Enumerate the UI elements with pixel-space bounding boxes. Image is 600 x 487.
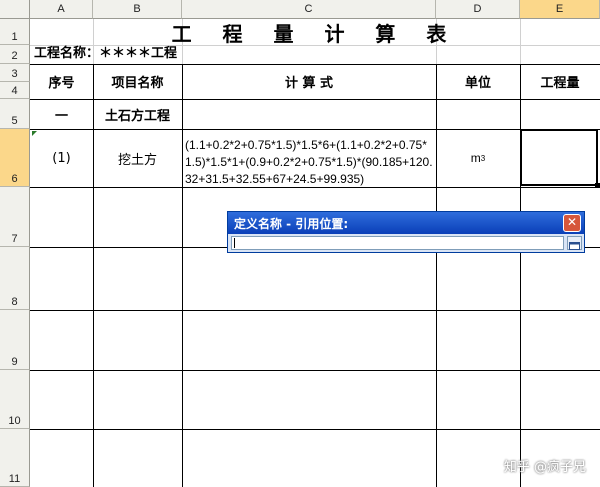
row-header-9[interactable]: 9 (0, 310, 30, 370)
column-header-d[interactable]: D (436, 0, 520, 19)
dialog-title: 定义名称 - 引用位置: (234, 217, 349, 231)
row1-seq[interactable]: (1) (30, 129, 93, 187)
unit-exponent: 3 (480, 153, 486, 163)
row-header-10[interactable]: 10 (0, 370, 30, 429)
header-unit[interactable]: 单位 (436, 64, 520, 99)
project-name[interactable]: 工程名称：＊＊＊＊工程 (34, 46, 177, 62)
sheet-title[interactable]: 工 程 量 计 算 表 (30, 19, 600, 46)
section-name[interactable]: 土石方工程 (93, 99, 182, 129)
row-header-6[interactable]: 6 (0, 129, 30, 187)
row1-unit[interactable]: m3 (436, 129, 520, 187)
section-seq[interactable]: 一 (30, 99, 93, 129)
row-header-2[interactable]: 2 (0, 45, 30, 64)
header-item-name[interactable]: 项目名称 (93, 64, 182, 99)
column-header-b[interactable]: B (93, 0, 182, 19)
header-formula[interactable]: 计 算 式 (182, 64, 436, 99)
dialog-title-bar[interactable]: 定义名称 - 引用位置: ✕ (228, 212, 584, 234)
header-seq[interactable]: 序号 (30, 64, 93, 99)
expand-dialog-icon (569, 242, 580, 250)
header-quantity[interactable]: 工程量 (520, 64, 600, 99)
select-all-corner[interactable] (0, 0, 30, 19)
row-header-5[interactable]: 5 (0, 99, 30, 129)
row1-formula[interactable]: (1.1+0.2*2+0.75*1.5)*1.5*6+(1.1+0.2*2+0.… (185, 137, 435, 188)
row-header-3[interactable]: 3 (0, 64, 30, 82)
column-header-e[interactable]: E (520, 0, 600, 19)
row-header-7[interactable]: 7 (0, 187, 30, 247)
expand-dialog-button[interactable] (567, 236, 582, 250)
row1-item-name[interactable]: 挖土方 (93, 129, 182, 187)
active-cell-selection[interactable] (520, 129, 598, 186)
unit-base: m (470, 151, 481, 165)
row-header-11[interactable]: 11 (0, 429, 30, 487)
refers-to-input[interactable] (231, 236, 564, 250)
row-header-4[interactable]: 4 (0, 82, 30, 99)
row-header-1[interactable]: 1 (0, 19, 30, 45)
column-header-a[interactable]: A (30, 0, 93, 19)
row-header-8[interactable]: 8 (0, 247, 30, 310)
fill-handle[interactable] (595, 183, 600, 188)
text-caret (234, 238, 235, 248)
define-name-dialog[interactable]: 定义名称 - 引用位置: ✕ (227, 211, 585, 253)
column-header-c[interactable]: C (182, 0, 436, 19)
close-icon[interactable]: ✕ (563, 214, 581, 232)
watermark: 知乎 @疯子兄 (503, 460, 586, 475)
